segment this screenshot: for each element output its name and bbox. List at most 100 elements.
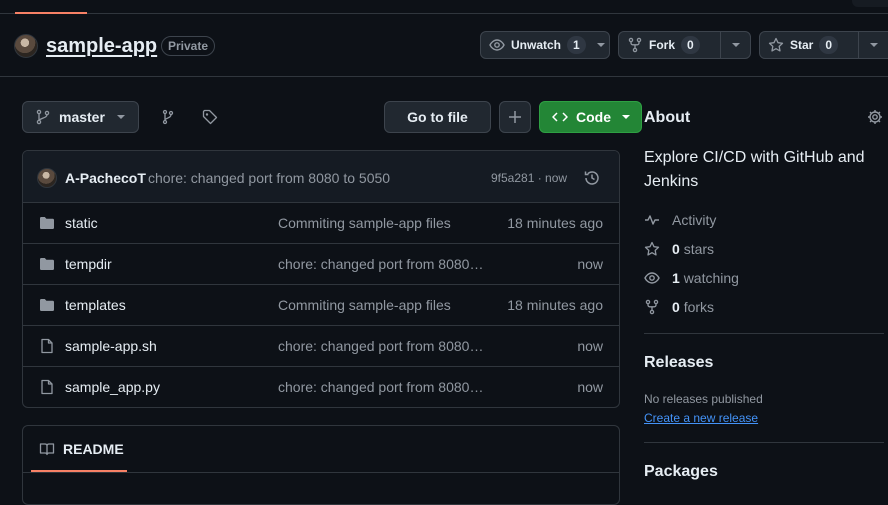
fork-button[interactable]: Fork 0 xyxy=(619,32,720,58)
file-commit-message[interactable]: Commiting sample-app files xyxy=(278,215,484,231)
fork-button-group: Fork 0 xyxy=(618,31,751,59)
watching-count: 1 xyxy=(672,270,680,286)
watch-button-group: Unwatch 1 xyxy=(480,31,610,59)
file-row[interactable]: templates Commiting sample-app files 18 mi… xyxy=(23,285,619,326)
book-icon xyxy=(39,443,55,456)
file-name-link[interactable]: sample_app.py xyxy=(65,379,160,395)
gear-icon[interactable] xyxy=(867,109,883,125)
branch-icon xyxy=(36,109,50,125)
forks-count: 0 xyxy=(672,299,680,315)
file-commit-time: now xyxy=(577,338,603,354)
fork-icon xyxy=(645,299,659,315)
file-toolbar: master Go to file Code xyxy=(22,101,642,133)
caret-down-icon xyxy=(869,43,878,47)
file-commit-time: now xyxy=(577,379,603,395)
folder-icon xyxy=(39,256,55,272)
star-button[interactable]: Star 0 xyxy=(760,32,858,58)
branches-link[interactable] xyxy=(160,109,176,125)
fork-icon xyxy=(628,37,642,53)
file-icon xyxy=(39,379,55,395)
file-commit-message[interactable]: chore: changed port from 8080 to 5050 xyxy=(278,338,484,354)
add-file-button[interactable] xyxy=(499,101,531,133)
watch-label: Unwatch xyxy=(511,38,562,52)
about-title: About xyxy=(644,109,691,126)
file-row[interactable]: sample_app.py chore: changed port from 80… xyxy=(23,367,619,407)
star-button-group: Star 0 xyxy=(759,31,888,59)
commit-author[interactable]: A-PachecoT xyxy=(65,170,146,186)
stars-label: stars xyxy=(683,241,715,257)
pulse-icon xyxy=(645,215,659,225)
create-release-link[interactable]: Create a new release xyxy=(644,411,758,425)
file-commit-message[interactable]: Commiting sample-app files xyxy=(278,297,484,313)
branch-selector[interactable]: master xyxy=(22,101,139,133)
history-icon[interactable] xyxy=(583,169,601,187)
branch-name: master xyxy=(59,109,105,125)
repo-description: Explore CI/CD with GitHub and Jenkins xyxy=(644,149,865,190)
file-icon xyxy=(39,338,55,354)
eye-icon xyxy=(644,272,660,284)
go-to-file-button[interactable]: Go to file xyxy=(384,101,491,133)
fork-count: 0 xyxy=(681,36,700,54)
code-icon xyxy=(552,112,568,122)
eye-icon xyxy=(489,39,505,51)
caret-down-icon xyxy=(597,43,606,47)
file-name-link[interactable]: static xyxy=(65,215,98,231)
caret-down-icon xyxy=(622,115,630,119)
readme-separator xyxy=(23,472,619,473)
file-row[interactable]: sample-app.sh chore: changed port from 80… xyxy=(23,326,619,367)
watch-count: 1 xyxy=(567,36,586,54)
watching-label: watching xyxy=(683,270,739,286)
file-commit-message[interactable]: chore: changed port from 8080 to 5050 xyxy=(278,379,484,395)
sidebar-divider xyxy=(644,333,884,334)
folder-icon xyxy=(39,297,55,313)
releases-title[interactable]: Releases xyxy=(644,354,713,372)
star-count: 0 xyxy=(819,36,839,54)
watch-dropdown[interactable] xyxy=(594,32,609,58)
no-releases-text: No releases published xyxy=(644,392,763,406)
packages-title[interactable]: Packages xyxy=(644,463,718,481)
file-name-link[interactable]: tempdir xyxy=(65,256,112,272)
commit-author-avatar[interactable] xyxy=(37,168,57,188)
readme-tab[interactable]: README xyxy=(39,441,124,457)
owner-avatar[interactable] xyxy=(14,34,38,58)
repo-name-link[interactable]: sample-app xyxy=(46,35,157,58)
fork-label: Fork xyxy=(649,38,676,52)
star-label: Star xyxy=(790,38,814,52)
branches-icon xyxy=(162,109,174,125)
watchers-link[interactable]: 1 watching xyxy=(644,270,739,286)
stars-link[interactable]: 0 stars xyxy=(644,241,714,257)
nav-corner xyxy=(852,0,888,7)
forks-label: forks xyxy=(683,299,715,315)
top-nav xyxy=(0,0,888,14)
caret-down-icon xyxy=(117,115,125,119)
file-row[interactable]: tempdir chore: changed port from 8080 to … xyxy=(23,244,619,285)
unwatch-button[interactable]: Unwatch 1 xyxy=(481,32,594,58)
tags-link[interactable] xyxy=(202,109,218,125)
commit-message[interactable]: chore: changed port from 8080 to 5050 xyxy=(148,170,390,186)
repo-header: sample-app Private Unwatch 1 Fork 0 Star… xyxy=(0,14,888,77)
star-dropdown[interactable] xyxy=(858,32,888,58)
code-button[interactable]: Code xyxy=(539,101,642,133)
fork-dropdown[interactable] xyxy=(720,32,750,58)
latest-commit: A-PachecoT chore: changed port from 8080… xyxy=(23,151,619,203)
tag-icon xyxy=(202,109,218,125)
file-commit-time: 18 minutes ago xyxy=(507,215,603,231)
commit-sha[interactable]: 9f5a281 · now xyxy=(491,171,567,185)
file-commit-time: 18 minutes ago xyxy=(507,297,603,313)
star-icon xyxy=(768,37,784,52)
readme-label: README xyxy=(63,441,124,457)
stars-count: 0 xyxy=(672,241,680,257)
plus-icon xyxy=(509,111,521,123)
star-icon xyxy=(644,241,660,256)
activity-link[interactable]: Activity xyxy=(644,212,716,228)
activity-label: Activity xyxy=(672,212,717,228)
visibility-badge: Private xyxy=(161,36,216,56)
file-row[interactable]: static Commiting sample-app files 18 minut… xyxy=(23,203,619,244)
file-name-link[interactable]: sample-app.sh xyxy=(65,338,157,354)
readme-panel: README xyxy=(22,425,620,505)
file-name-link[interactable]: templates xyxy=(65,297,126,313)
forks-link[interactable]: 0 forks xyxy=(644,299,714,315)
folder-icon xyxy=(39,215,55,231)
file-commit-time: now xyxy=(577,256,603,272)
file-commit-message[interactable]: chore: changed port from 8080 to 5050 xyxy=(278,256,484,272)
